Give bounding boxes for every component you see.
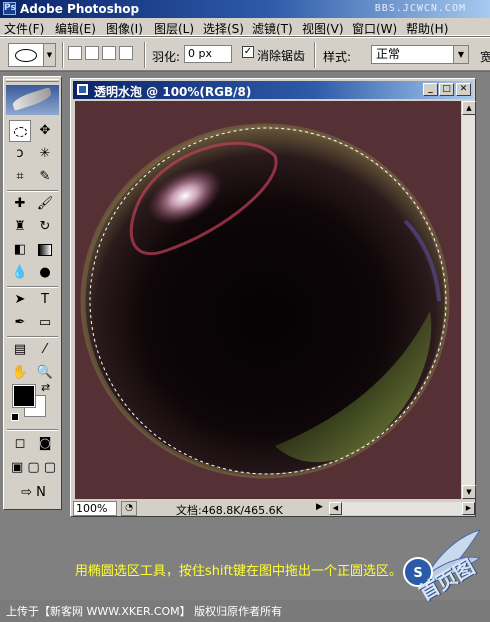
chevron-down-icon: ▼: [453, 46, 468, 63]
menu-layer[interactable]: 图层(L): [154, 20, 194, 37]
gradient-tool[interactable]: [34, 239, 56, 261]
document-statusbar: 100% ◔ 文档:468.8K/465.6K ▶ ◀ ▶: [71, 501, 475, 517]
document-title: 透明水泡 @ 100%(RGB/8): [94, 85, 252, 99]
clone-stamp-tool[interactable]: ♜: [9, 216, 31, 238]
shape-tool[interactable]: ▭: [34, 312, 56, 334]
divider: [144, 42, 146, 68]
pen-tool[interactable]: ✒: [9, 312, 31, 334]
scroll-right-arrow-icon[interactable]: ▶: [462, 502, 475, 515]
bubble-artwork: [80, 123, 450, 479]
selection-mode-group: [68, 46, 136, 63]
divider: [314, 42, 316, 68]
menu-filter[interactable]: 滤镜(T): [252, 20, 293, 37]
screen-mode-buttons[interactable]: ▣ ▢ ▢: [7, 457, 60, 479]
eraser-tool[interactable]: ◧: [9, 239, 31, 261]
menu-view[interactable]: 视图(V): [302, 20, 344, 37]
feather-label: 羽化:: [152, 50, 181, 64]
minimize-button[interactable]: _: [423, 83, 438, 96]
menu-help[interactable]: 帮助(H): [406, 20, 448, 37]
photoshop-feather-logo[interactable]: [6, 85, 59, 115]
tool-preset-picker[interactable]: ▼: [8, 43, 56, 67]
move-tool[interactable]: ✥: [34, 120, 56, 142]
lasso-tool[interactable]: ↄ: [9, 143, 31, 165]
add-selection-button[interactable]: [85, 46, 99, 60]
marquee-tool[interactable]: [9, 120, 31, 142]
menu-bar: 文件(F) 编辑(E) 图像(I) 图层(L) 选择(S) 滤镜(T) 视图(V…: [0, 18, 490, 36]
hand-tool[interactable]: ✋: [9, 362, 31, 384]
style-select[interactable]: 正常 ▼: [371, 45, 469, 64]
document-icon: [76, 83, 89, 96]
divider: [62, 42, 64, 68]
app-title: Adobe Photoshop: [20, 2, 140, 16]
eyedropper-tool[interactable]: ⁄: [34, 339, 56, 361]
foreground-color-swatch[interactable]: [12, 384, 36, 408]
photoshop-app-icon: Ps: [3, 2, 16, 15]
options-bar: ▼ 羽化: 0 px ✓ 消除锯齿 样式: 正常 ▼ 宽: [0, 37, 490, 71]
style-label: 样式:: [323, 50, 352, 64]
close-button[interactable]: ✕: [456, 83, 471, 96]
menu-select[interactable]: 选择(S): [203, 20, 244, 37]
scroll-up-arrow-icon[interactable]: ▲: [462, 101, 476, 115]
notes-tool[interactable]: ▤: [9, 339, 31, 361]
standard-mode-button[interactable]: ◻: [9, 433, 31, 455]
tutorial-caption: 用椭圆选区工具，按住shift键在图中拖出一个正圆选区。: [74, 564, 402, 579]
crop-tool[interactable]: ⌗: [9, 166, 31, 188]
horizontal-scrollbar[interactable]: ◀ ▶: [329, 502, 475, 515]
document-titlebar[interactable]: 透明水泡 @ 100%(RGB/8) _ □ ✕: [73, 81, 473, 99]
vertical-scrollbar[interactable]: ▲ ▼: [461, 101, 476, 499]
elliptical-marquee-icon: [15, 49, 37, 62]
jump-to-imageready-button[interactable]: ⇨ N: [7, 482, 60, 504]
menu-file[interactable]: 文件(F): [4, 20, 44, 37]
scroll-down-arrow-icon[interactable]: ▼: [462, 485, 476, 499]
document-size-info: 文档:468.8K/465.6K: [176, 504, 283, 517]
slice-tool[interactable]: ✎: [34, 166, 56, 188]
chevron-down-icon: ▼: [43, 44, 55, 66]
scroll-left-arrow-icon[interactable]: ◀: [329, 502, 342, 515]
path-selection-tool[interactable]: ➤: [9, 289, 31, 311]
document-window: 透明水泡 @ 100%(RGB/8) _ □ ✕ ▲ ▼ 100% ◔ 文档:4…: [70, 78, 476, 517]
intersect-selection-button[interactable]: [119, 46, 133, 60]
default-colors-icon[interactable]: [11, 413, 19, 421]
width-label: 宽: [480, 50, 490, 64]
antialias-checkbox[interactable]: ✓: [242, 46, 254, 58]
brush-tool[interactable]: 🖌: [34, 193, 56, 215]
style-select-value: 正常: [376, 47, 401, 61]
magic-wand-tool[interactable]: ✳: [34, 143, 56, 165]
blur-tool[interactable]: 💧: [9, 262, 31, 284]
toolbox: ✥ ↄ ✳ ⌗ ✎ ✚ 🖌 ♜ ↻ ◧ 💧 ● ➤ T ✒ ▭ ▤ ⁄ ✋ 🔍 …: [3, 76, 62, 510]
divider: [7, 429, 58, 431]
menu-image[interactable]: 图像(I): [106, 20, 143, 37]
subtract-selection-button[interactable]: [102, 46, 116, 60]
history-brush-tool[interactable]: ↻: [34, 216, 56, 238]
watermark-text: BBS.JCWCN.COM: [374, 3, 466, 14]
zoom-field[interactable]: 100%: [73, 501, 117, 516]
feather-input[interactable]: 0 px: [184, 45, 232, 63]
image-canvas[interactable]: [75, 101, 461, 499]
divider: [7, 190, 58, 192]
navigator-icon[interactable]: ◔: [121, 501, 137, 516]
new-selection-button[interactable]: [68, 46, 82, 60]
app-titlebar: Ps Adobe Photoshop BBS.JCWCN.COM: [0, 0, 490, 18]
healing-brush-tool[interactable]: ✚: [9, 193, 31, 215]
antialias-label: 消除锯齿: [257, 49, 306, 63]
maximize-button[interactable]: □: [439, 83, 454, 96]
menu-window[interactable]: 窗口(W): [352, 20, 397, 37]
type-tool[interactable]: T: [34, 289, 56, 311]
dodge-tool[interactable]: ●: [34, 262, 56, 284]
winged-badge-logo: S 首页图: [372, 520, 482, 620]
status-menu-arrow-icon[interactable]: ▶: [316, 502, 323, 512]
divider: [7, 286, 58, 288]
menu-edit[interactable]: 编辑(E): [55, 20, 96, 37]
quick-mask-mode-button[interactable]: ◙: [34, 433, 56, 455]
divider: [7, 336, 58, 338]
swap-colors-icon[interactable]: ⇄: [41, 381, 50, 394]
feather-icon: [11, 87, 53, 111]
footer-text: 上传于【新客网 WWW.XKER.COM】 版权归原作者所有: [6, 605, 283, 618]
toolbox-grip[interactable]: [6, 79, 59, 82]
